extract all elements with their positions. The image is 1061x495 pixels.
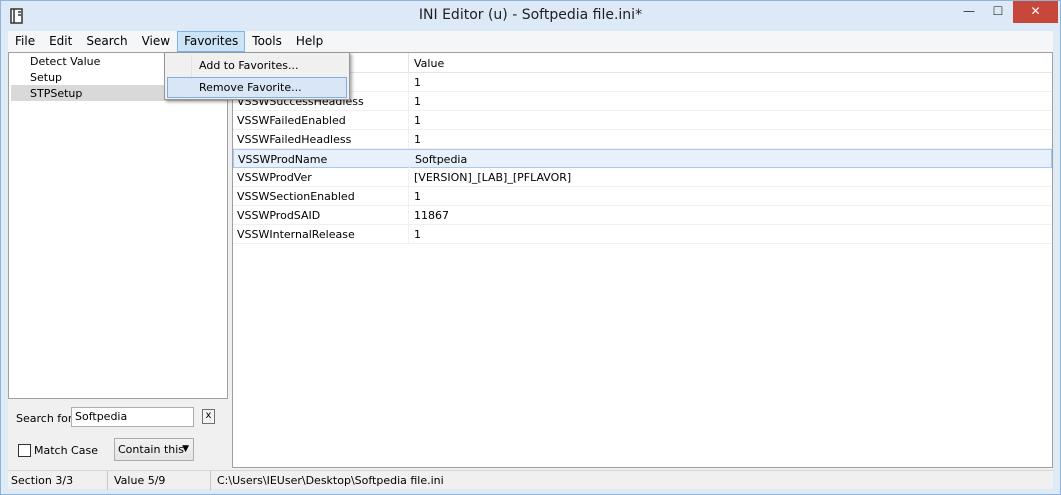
chevron-down-icon: ▼ (182, 444, 189, 454)
table-row-selected[interactable]: VSSWProdName Softpedia (233, 149, 1052, 168)
title-bar[interactable]: INI Editor (u) - Softpedia file.ini* — ☐… (1, 1, 1060, 31)
section-list[interactable]: Detect Value Setup STPSetup (8, 52, 228, 399)
key-cell: VSSWProdName (234, 150, 410, 168)
value-cell: Softpedia (415, 153, 468, 166)
search-mode-value: Contain this (118, 443, 185, 456)
match-case-checkbox[interactable] (18, 444, 31, 457)
table-row[interactable]: VSSWFailedEnabled 1 (233, 111, 1052, 130)
add-to-favorites-item[interactable]: Add to Favorites... (167, 55, 347, 76)
match-case-label[interactable]: Match Case (34, 444, 98, 457)
search-label: Search for (16, 412, 73, 425)
value-cell: 1 (414, 133, 421, 146)
clear-search-button[interactable]: x (202, 409, 215, 424)
table-row[interactable]: VSSWInternalRelease 1 (233, 225, 1052, 244)
value-cell: 1 (414, 114, 421, 127)
grid-header: Value (233, 53, 1052, 73)
menu-bar: File Edit Search View Favorites Tools He… (8, 31, 1053, 52)
key-cell: VSSWProdVer (233, 168, 409, 186)
search-input[interactable]: Softpedia (71, 407, 194, 427)
column-header-value[interactable]: Value (409, 53, 444, 73)
window-title: INI Editor (u) - Softpedia file.ini* (418, 7, 643, 23)
value-cell: 1 (414, 228, 421, 241)
search-mode-select[interactable]: Contain this ▼ (114, 438, 194, 461)
minimize-button[interactable]: — (955, 1, 983, 23)
maximize-button[interactable]: ☐ (984, 1, 1012, 23)
menu-file[interactable]: File (8, 31, 42, 52)
value-cell: 1 (414, 76, 421, 89)
remove-favorite-item[interactable]: Remove Favorite... (167, 77, 347, 98)
key-cell: VSSWProdSAID (233, 206, 409, 224)
table-row[interactable]: 1 (233, 73, 1052, 92)
table-row[interactable]: VSSWProdSAID 11867 (233, 206, 1052, 225)
table-row[interactable]: VSSWProdVer [VERSION]_[LAB]_[PFLAVOR] (233, 168, 1052, 187)
key-cell: VSSWFailedHeadless (233, 130, 409, 148)
status-bar: Section 3/3 Value 5/9 C:\Users\IEUser\De… (8, 470, 1053, 490)
menu-help[interactable]: Help (289, 31, 330, 52)
search-panel: Search for Softpedia x Match Case Contai… (8, 401, 228, 468)
menu-search[interactable]: Search (79, 31, 134, 52)
key-cell: VSSWSectionEnabled (233, 187, 409, 205)
status-section: Section 3/3 (8, 471, 108, 490)
table-row[interactable]: VSSWSectionEnabled 1 (233, 187, 1052, 206)
client-area: Detect Value Setup STPSetup Search for S… (8, 52, 1053, 490)
menu-tools[interactable]: Tools (245, 31, 289, 52)
table-row[interactable]: VSSWFailedHeadless 1 (233, 130, 1052, 149)
value-cell: 1 (414, 190, 421, 203)
key-cell: VSSWInternalRelease (233, 225, 409, 243)
key-value-grid[interactable]: Value 1 VSSWSuccessHeadless 1 VSSWFailedE… (232, 52, 1053, 468)
value-cell: 1 (414, 95, 421, 108)
menu-view[interactable]: View (135, 31, 177, 52)
menu-edit[interactable]: Edit (42, 31, 79, 52)
value-cell: 11867 (414, 209, 449, 222)
menu-favorites[interactable]: Favorites (177, 31, 246, 52)
status-path: C:\Users\IEUser\Desktop\Softpedia file.i… (217, 474, 444, 487)
favorites-dropdown-menu: Add to Favorites... Remove Favorite... (164, 52, 350, 100)
grid-rows: 1 VSSWSuccessHeadless 1 VSSWFailedEnabled… (233, 73, 1052, 244)
key-cell: VSSWFailedEnabled (233, 111, 409, 129)
table-row[interactable]: VSSWSuccessHeadless 1 (233, 92, 1052, 111)
app-window: INI Editor (u) - Softpedia file.ini* — ☐… (0, 0, 1061, 495)
value-cell: [VERSION]_[LAB]_[PFLAVOR] (414, 171, 572, 184)
close-button[interactable]: ✕ (1013, 1, 1058, 23)
status-value: Value 5/9 (111, 471, 211, 490)
